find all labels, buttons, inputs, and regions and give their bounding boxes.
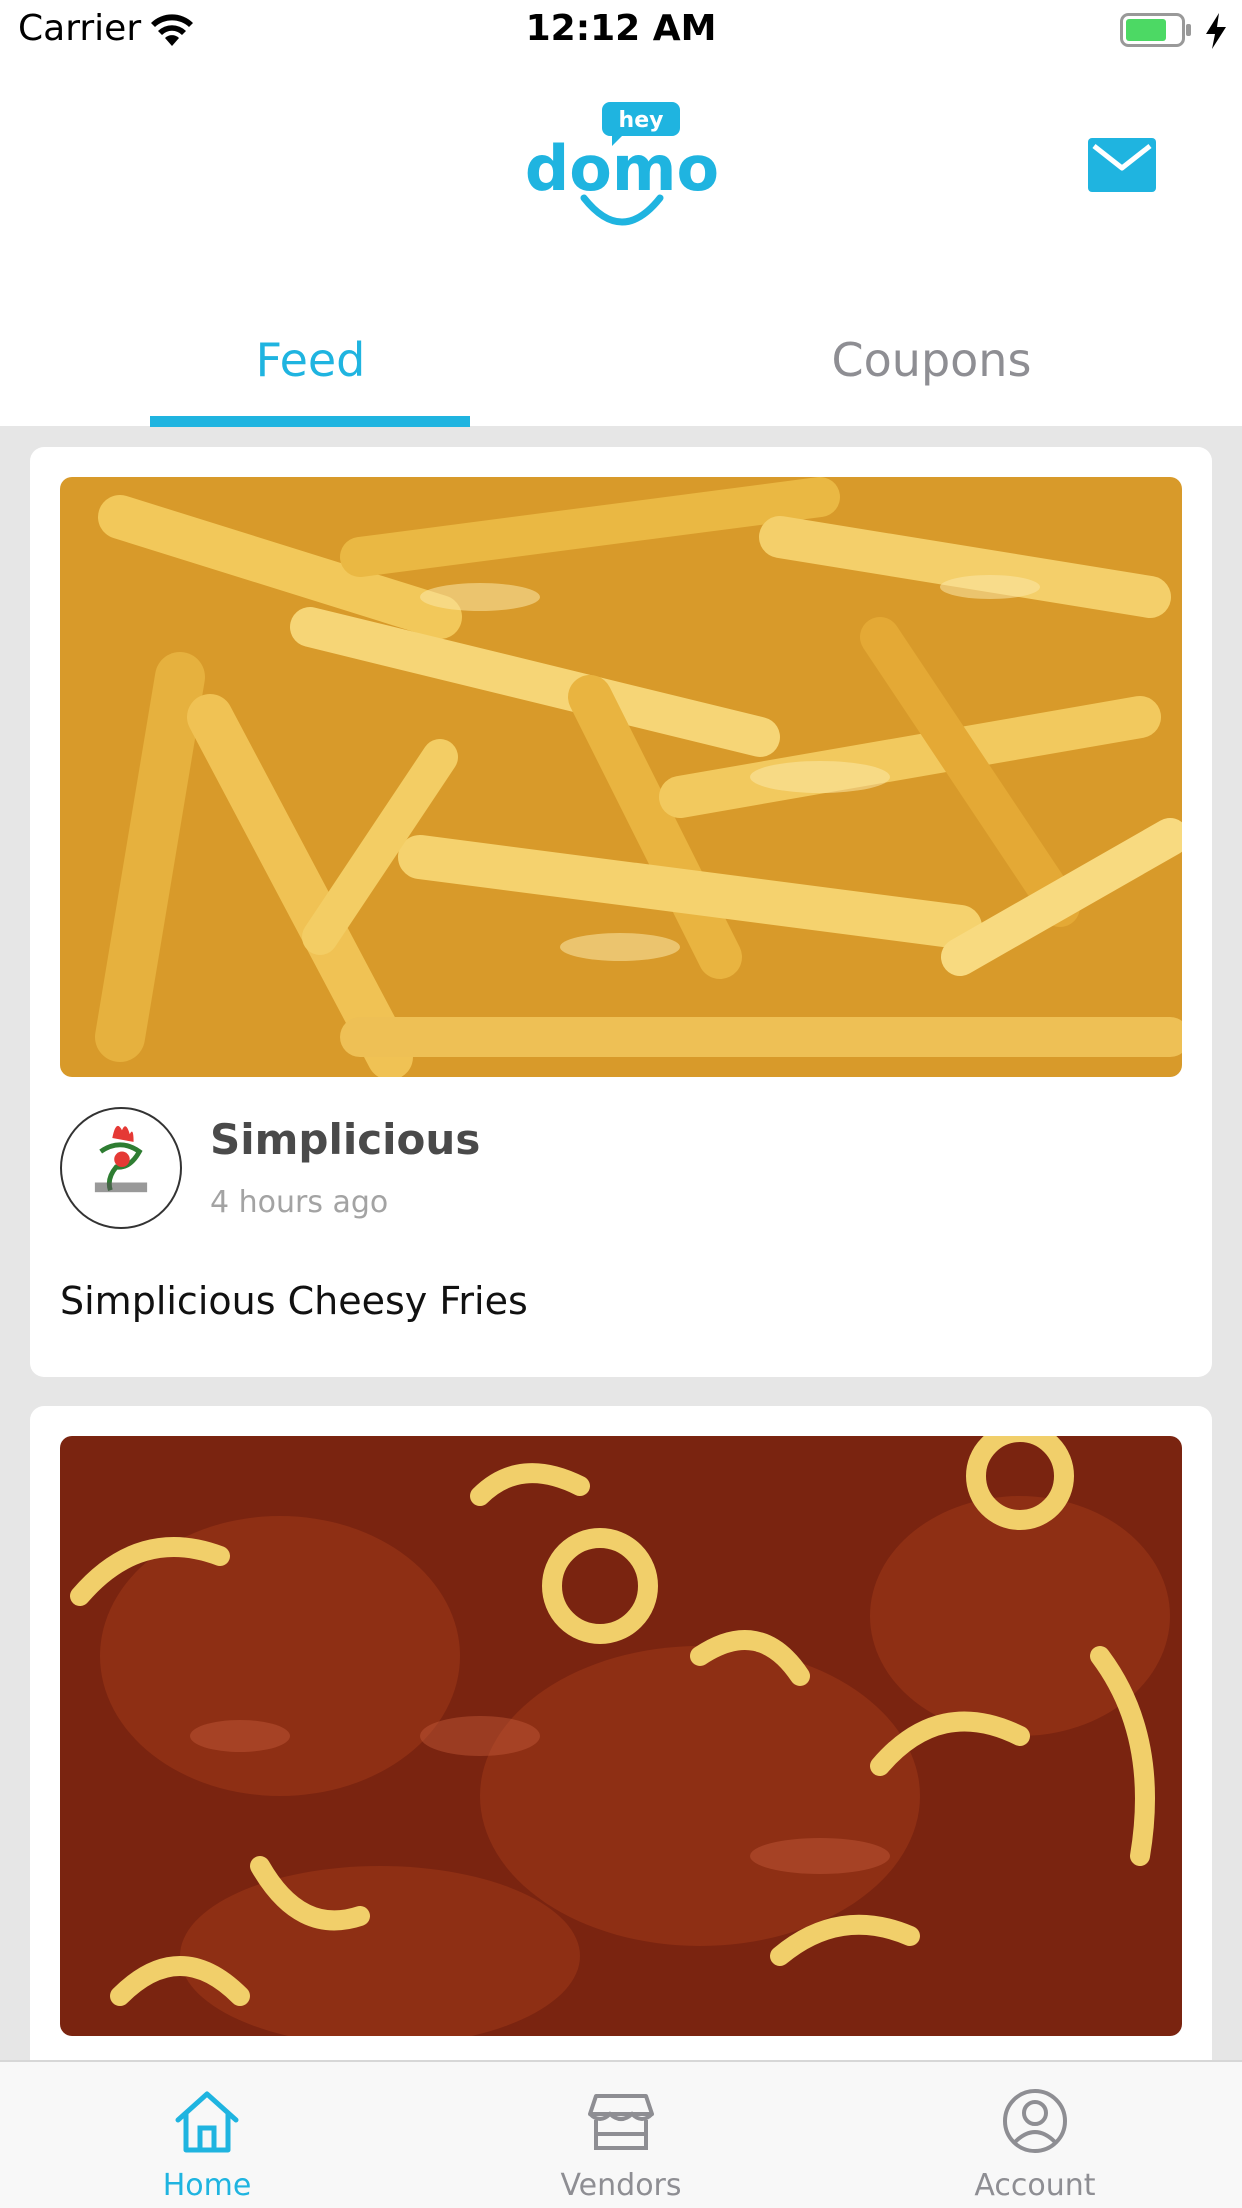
feed-post-card[interactable]	[30, 1406, 1212, 2166]
svg-text:domo: domo	[525, 132, 719, 205]
app-header: hey domo Feed Coupons	[0, 62, 1242, 427]
charging-bolt-icon	[1206, 13, 1226, 49]
cheesy-fries-photo	[60, 477, 1182, 1077]
tab-coupons-label: Coupons	[831, 333, 1032, 387]
status-bar: Carrier 12:12 AM	[0, 0, 1242, 62]
account-icon	[1003, 2089, 1067, 2153]
vendor-logo-icon	[94, 1125, 148, 1193]
post-image[interactable]	[60, 1436, 1182, 2036]
tab-bar-account-label: Account	[974, 2168, 1096, 2203]
tab-bar-account[interactable]: Account	[828, 2062, 1242, 2208]
feed-post-card[interactable]: Simplicious 4 hours ago Simplicious Chee…	[30, 447, 1212, 1377]
tab-coupons[interactable]: Coupons	[621, 317, 1242, 427]
tab-bar-home-label: Home	[162, 2168, 252, 2203]
vendor-name[interactable]: Simplicious	[210, 1115, 480, 1164]
svg-text:hey: hey	[619, 108, 664, 133]
app-screen: Carrier 12:12 AM hey domo Feed Coupons S…	[0, 0, 1242, 2208]
home-icon	[175, 2091, 239, 2153]
tab-feed[interactable]: Feed	[0, 317, 621, 427]
post-image[interactable]	[60, 477, 1182, 1077]
active-tab-indicator	[150, 416, 470, 427]
store-icon	[588, 2094, 654, 2150]
clock: 12:12 AM	[525, 8, 717, 49]
tab-bar-vendors[interactable]: Vendors	[414, 2062, 828, 2208]
post-timestamp: 4 hours ago	[210, 1185, 389, 1220]
tab-bar-vendors-label: Vendors	[560, 2168, 682, 2203]
envelope-icon[interactable]	[1088, 138, 1156, 192]
heydomo-logo: hey domo	[525, 102, 719, 226]
vendor-avatar[interactable]	[60, 1107, 182, 1229]
tab-feed-label: Feed	[255, 333, 366, 387]
squid-sauce-photo	[60, 1436, 1182, 2036]
feed-tabs: Feed Coupons	[0, 317, 1242, 427]
post-title: Simplicious Cheesy Fries	[60, 1279, 528, 1323]
battery-icon	[1120, 13, 1191, 47]
tab-bar-home[interactable]: Home	[0, 2062, 414, 2208]
bottom-tab-bar: Home Vendors Account	[0, 2060, 1242, 2208]
